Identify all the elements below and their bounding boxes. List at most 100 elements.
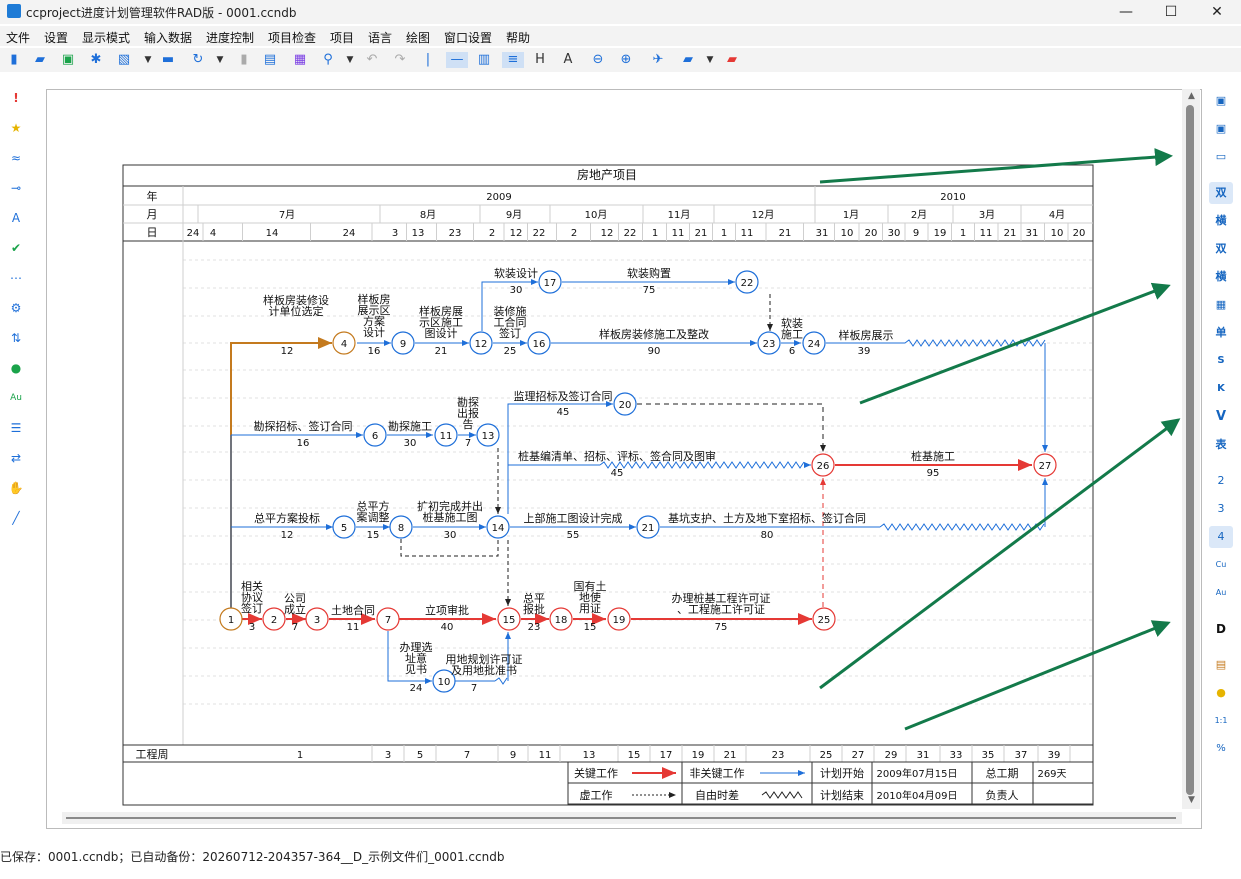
activity-name: 样板房装修施工及整改 (599, 327, 709, 341)
legend-float: 自由时差 (695, 788, 739, 802)
activity-name: 报批 (523, 602, 545, 616)
node-label-26: 26 (817, 461, 830, 472)
activity-duration: 21 (435, 346, 448, 357)
month-label: 1月 (843, 209, 859, 221)
day-label: 10 (841, 228, 854, 239)
activity-duration: 11 (347, 622, 360, 633)
activity-name: 、工程施工许可证 (677, 603, 765, 616)
node-label-17: 17 (544, 278, 557, 289)
node-label-6: 6 (372, 431, 378, 442)
legend-float-line (761, 791, 803, 799)
week-label: 5 (417, 750, 423, 761)
activity-name: 基坑支护、土方及地下室招标、签订合同 (668, 511, 866, 525)
week-label: 9 (510, 750, 516, 761)
day-label: 11 (672, 228, 685, 239)
month-label: 2月 (911, 209, 927, 221)
activity-name: 施工 (781, 328, 803, 341)
activity-name: 图设计 (425, 327, 458, 340)
day-label: 20 (865, 228, 878, 239)
chart-frame (122, 164, 1094, 806)
activity-duration: 75 (715, 622, 728, 633)
month-label: 12月 (752, 209, 775, 221)
activity-duration: 7 (465, 438, 471, 449)
week-label: 23 (772, 750, 785, 761)
activity-name: 计单位选定 (269, 304, 324, 318)
legend-plan-end-label: 计划结束 (820, 789, 864, 802)
activity-duration: 80 (761, 530, 774, 541)
day-label: 19 (934, 228, 947, 239)
legend-plan-start-label: 计划开始 (820, 766, 864, 780)
activity-duration: 55 (567, 530, 580, 541)
month-label: 3月 (979, 209, 995, 221)
node-label-5: 5 (341, 523, 347, 534)
node-label-7: 7 (385, 615, 391, 626)
float-10 (494, 677, 508, 685)
node-label-18: 18 (555, 615, 568, 626)
legend-critical: 关键工作 (574, 766, 618, 780)
annotation-arrow (859, 282, 1171, 405)
activity-name: 用证 (579, 602, 601, 615)
activity-name: 勘探招标、签订合同 (254, 419, 353, 433)
activity-name: 上部施工图设计完成 (524, 511, 623, 525)
day-label: 3 (392, 228, 398, 239)
week-label: 29 (885, 750, 898, 761)
week-label: 33 (950, 750, 963, 761)
activity-duration: 23 (528, 622, 541, 633)
day-label: 1 (960, 228, 966, 239)
month-label: 11月 (668, 209, 691, 221)
month-label: 7月 (279, 209, 295, 221)
node-label-4: 4 (341, 339, 347, 350)
activity-duration: 24 (410, 683, 423, 694)
week-label: 15 (628, 750, 641, 761)
activity-name: 软装购置 (627, 266, 671, 280)
activity-name: 样板房展示 (839, 328, 894, 342)
node-label-2: 2 (271, 615, 277, 626)
week-label: 37 (1015, 750, 1028, 761)
activity-duration: 7 (292, 622, 298, 633)
legend-plan-start: 2009年07月15日 (877, 767, 958, 780)
day-label: 13 (412, 228, 425, 239)
day-label: 31 (816, 228, 829, 239)
activity-arrow-1-4 (230, 337, 332, 610)
node-label-25: 25 (818, 615, 831, 626)
month-label: 4月 (1049, 209, 1065, 221)
month-label: 9月 (506, 209, 522, 221)
week-label: 19 (692, 750, 705, 761)
node-label-24: 24 (808, 339, 821, 350)
day-label: 21 (779, 228, 792, 239)
day-label: 2 (489, 228, 495, 239)
legend-total-label: 总工期 (986, 766, 1019, 780)
year-label: 2010 (940, 192, 965, 203)
activity-duration: 12 (281, 530, 294, 541)
activity-name: 软装设计 (494, 266, 538, 280)
activity-duration: 25 (504, 346, 517, 357)
day-label: 11 (980, 228, 993, 239)
legend-noncritical: 非关键工作 (690, 766, 745, 780)
day-label: 24 (343, 228, 356, 239)
day-label: 12 (601, 228, 614, 239)
activity-name: 见书 (405, 663, 427, 676)
week-label: 11 (539, 750, 552, 761)
activity-name: 案调整 (357, 510, 390, 524)
activity-name: 成立 (284, 602, 306, 616)
day-label: 23 (449, 228, 462, 239)
node-label-14: 14 (492, 523, 505, 534)
week-label: 39 (1048, 750, 1061, 761)
day-label: 11 (741, 228, 754, 239)
week-label: 35 (982, 750, 995, 761)
legend-owner-label: 负责人 (986, 788, 1019, 802)
week-label: 31 (917, 750, 930, 761)
day-label: 21 (1004, 228, 1017, 239)
activity-duration: 45 (611, 468, 624, 479)
week-label: 7 (464, 750, 470, 761)
day-label: 10 (1051, 228, 1064, 239)
activity-duration: 7 (471, 683, 477, 694)
row-label-year: 年 (147, 189, 158, 203)
annotation-arrow (904, 620, 1171, 731)
week-label: 13 (583, 750, 596, 761)
status-bar: 已保存：0001.ccndb；已自动备份：20260712-204357-364… (0, 848, 1241, 872)
activity-duration: 75 (643, 285, 656, 296)
activity-name: 勘探施工 (388, 420, 432, 433)
activity-name: 设计 (363, 326, 385, 339)
day-label: 24 (187, 228, 200, 239)
